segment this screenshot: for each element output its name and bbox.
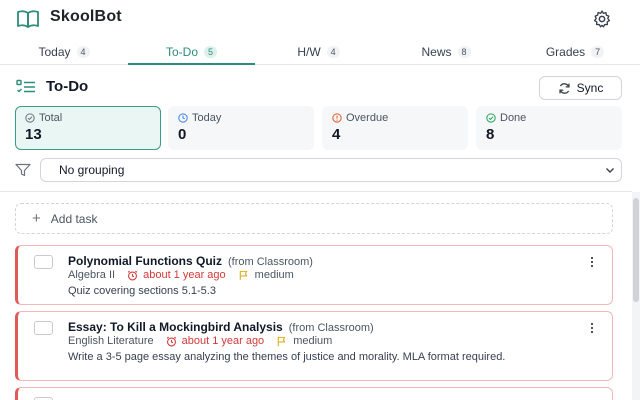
stat-label: Overdue — [346, 112, 389, 124]
sync-button[interactable]: Sync — [539, 76, 622, 100]
tab-bar: Today 4 To-Do 5 H/W 4 News 8 Grades 7 — [0, 38, 640, 65]
tab-todo[interactable]: To-Do 5 — [128, 38, 255, 65]
task-description: Write a 3-5 page essay analyzing the the… — [68, 351, 506, 363]
stat-label: Done — [500, 112, 527, 124]
stat-today[interactable]: Today 0 — [168, 106, 314, 150]
flag-icon — [277, 336, 286, 346]
grouping-select[interactable]: No grouping — [40, 158, 622, 182]
stat-label: Today — [192, 112, 222, 124]
tab-grades[interactable]: Grades 7 — [510, 38, 640, 65]
tab-count-badge: 4 — [326, 45, 340, 58]
task-meta: Algebra II about 1 year ago medium — [68, 269, 294, 281]
tab-homework[interactable]: H/W 4 — [255, 38, 382, 65]
alarm-clock-icon — [166, 336, 176, 346]
checklist-icon — [16, 79, 35, 93]
task-checkbox[interactable] — [34, 255, 53, 269]
tab-label: News — [421, 44, 452, 59]
tab-count-badge: 8 — [457, 45, 471, 58]
sync-label: Sync — [576, 81, 604, 95]
task-priority: medium — [238, 269, 294, 281]
page-title: To-Do — [46, 78, 89, 95]
stat-value: 8 — [486, 126, 495, 143]
stat-total[interactable]: Total 13 — [15, 106, 161, 150]
app-title: SkoolBot — [50, 8, 122, 25]
tab-count-badge: 5 — [204, 45, 218, 58]
task-source: (from Classroom) — [288, 322, 374, 334]
task-title: Essay: To Kill a Mockingbird Analysis (fr… — [68, 320, 374, 334]
task-due: about 1 year ago — [127, 269, 226, 281]
task-due-text: about 1 year ago — [181, 335, 265, 347]
plus-icon: + — [32, 210, 41, 227]
stat-value: 0 — [178, 126, 187, 143]
add-task-label: Add task — [50, 211, 98, 226]
task-card[interactable] — [15, 387, 613, 400]
task-course: English Literature — [68, 335, 154, 347]
alarm-clock-icon — [127, 270, 138, 280]
task-course: Algebra II — [68, 269, 116, 281]
chevron-down-icon — [606, 168, 614, 173]
check-circle-icon — [486, 113, 496, 123]
task-card[interactable]: Essay: To Kill a Mockingbird Analysis (fr… — [15, 311, 613, 381]
refresh-icon — [559, 82, 570, 94]
check-circle-icon — [25, 113, 35, 123]
tab-label: To-Do — [165, 44, 198, 59]
stat-done[interactable]: Done 8 — [476, 106, 622, 150]
more-vertical-icon[interactable] — [590, 256, 594, 268]
app-header: SkoolBot — [0, 0, 640, 38]
task-priority-text: medium — [293, 335, 333, 347]
stat-value: 4 — [332, 126, 341, 143]
task-title: Polynomial Functions Quiz (from Classroom… — [68, 254, 313, 268]
task-checkbox[interactable] — [34, 321, 53, 335]
task-description: Quiz covering sections 5.1-5.3 — [68, 285, 216, 297]
task-priority: medium — [276, 335, 332, 347]
active-tab-indicator — [128, 63, 255, 65]
clock-icon — [178, 113, 188, 123]
more-vertical-icon[interactable] — [590, 322, 594, 334]
task-due-text: about 1 year ago — [143, 269, 226, 281]
grouping-value: No grouping — [59, 163, 125, 177]
tab-label: Grades — [545, 44, 586, 59]
divider — [0, 191, 632, 192]
tab-count-badge: 7 — [591, 45, 605, 58]
task-meta: English Literature about 1 year ago medi… — [68, 335, 332, 347]
flag-icon — [239, 270, 247, 280]
add-task-button[interactable]: + Add task — [15, 203, 613, 234]
stat-overdue[interactable]: Overdue 4 — [322, 106, 468, 150]
tab-today[interactable]: Today 4 — [0, 38, 128, 65]
task-card[interactable]: Polynomial Functions Quiz (from Classroom… — [15, 245, 613, 305]
scrollbar-thumb[interactable] — [633, 198, 639, 302]
filter-icon — [15, 163, 31, 177]
tab-label: H/W — [297, 44, 321, 59]
task-due: about 1 year ago — [166, 335, 265, 347]
tab-count-badge: 4 — [76, 45, 90, 58]
tab-news[interactable]: News 8 — [382, 38, 510, 65]
tab-label: Today — [38, 44, 71, 59]
book-icon — [17, 10, 39, 28]
gear-icon[interactable] — [592, 9, 612, 29]
stat-value: 13 — [25, 126, 42, 143]
task-source: (from Classroom) — [228, 256, 313, 268]
stat-label: Total — [39, 112, 63, 124]
task-title-text: Polynomial Functions Quiz — [68, 254, 223, 268]
task-priority-text: medium — [254, 269, 294, 281]
task-title-text: Essay: To Kill a Mockingbird Analysis — [68, 320, 283, 334]
alert-circle-icon — [332, 113, 342, 123]
